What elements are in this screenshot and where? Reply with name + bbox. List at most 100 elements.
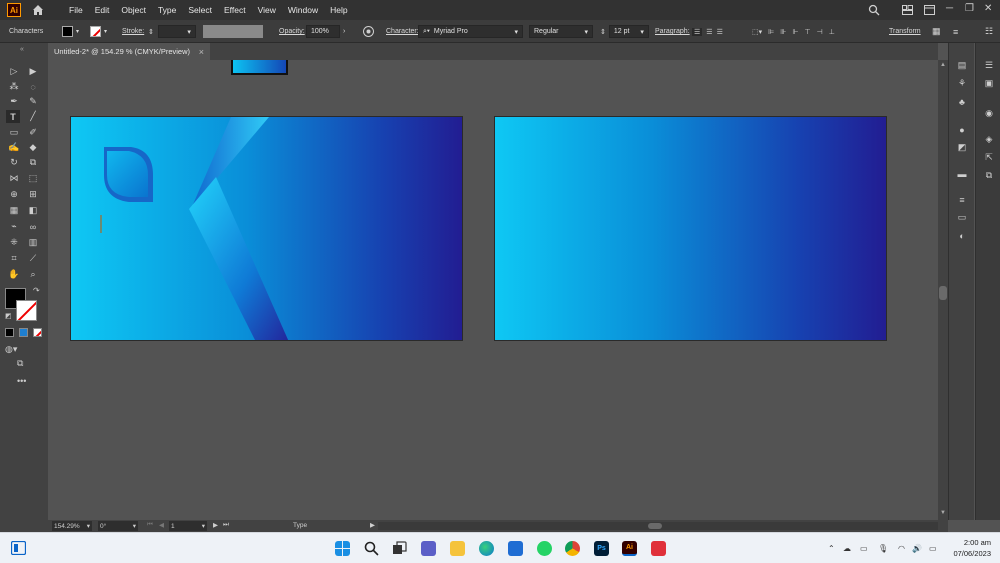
stroke-color-swatch[interactable] <box>16 300 37 321</box>
isolate-icon[interactable]: ▦ <box>932 20 941 43</box>
teams-chat-icon[interactable] <box>421 541 436 556</box>
libraries-icon[interactable]: ▤ <box>955 59 969 72</box>
paragraph-label[interactable]: Paragraph: <box>655 20 690 43</box>
menu-view[interactable]: View <box>252 5 282 15</box>
symbols-icon[interactable]: ♣ <box>955 95 969 108</box>
workspace-icon[interactable] <box>902 5 913 15</box>
vertical-scroll-thumb[interactable] <box>939 286 947 300</box>
brushes-icon[interactable]: ⚘ <box>955 77 969 90</box>
properties-panel-icon[interactable]: ☰ <box>982 59 996 72</box>
mesh-tool-icon[interactable]: ▦ <box>7 204 21 217</box>
opacity-label[interactable]: Opacity: <box>279 20 305 43</box>
color-guide-icon[interactable]: ◩ <box>955 141 969 154</box>
paintbrush-tool-icon[interactable]: ✐ <box>26 126 40 139</box>
h-align-left-icon[interactable]: ⊫ <box>768 28 774 36</box>
menu-select[interactable]: Select <box>182 5 218 15</box>
start-icon[interactable] <box>335 541 350 556</box>
layers-icon[interactable]: ◈ <box>982 133 996 146</box>
stroke-label[interactable]: Stroke: <box>122 20 144 43</box>
screen-mode-icon[interactable]: ⧉ <box>17 358 23 369</box>
comments-icon[interactable]: ▬ <box>955 167 969 180</box>
export-icon[interactable]: ⇱ <box>982 151 996 164</box>
canvas[interactable] <box>48 60 938 520</box>
character-label[interactable]: Character: <box>386 20 419 43</box>
tray-overflow-icon[interactable]: ⌃ <box>828 544 835 553</box>
opacity-field[interactable]: 100% <box>306 20 340 43</box>
artboard-tool-icon[interactable]: ⌗ <box>7 252 21 265</box>
illustrator-taskbar-icon[interactable]: Ai <box>622 541 637 556</box>
task-view-icon[interactable] <box>392 541 407 556</box>
store-icon[interactable] <box>508 541 523 556</box>
tray-mic-icon[interactable]: 🎙 <box>878 544 888 553</box>
hand-tool-icon[interactable]: ✋ <box>7 268 21 281</box>
menu-type[interactable]: Type <box>152 5 182 15</box>
vertical-scrollbar[interactable]: ▲ ▼ <box>938 60 948 520</box>
free-transform-tool-icon[interactable]: ⬚ <box>26 172 40 185</box>
edit-toolbar-icon[interactable]: ••• <box>17 376 26 386</box>
slice-tool-icon[interactable]: ⟋ <box>26 252 40 265</box>
zoom-field[interactable]: 154.29% ▾ <box>52 521 92 531</box>
color-mode-icon[interactable] <box>5 328 14 337</box>
eraser-tool-icon[interactable]: ◆ <box>26 141 40 154</box>
horizontal-scrollbar[interactable] <box>378 522 938 530</box>
color-icon[interactable]: ● <box>955 123 969 136</box>
minimize-icon[interactable]: ─ <box>946 3 953 14</box>
file-explorer-icon[interactable] <box>450 541 465 556</box>
font-size-field[interactable]: ⇕ 12 pt ▾ <box>600 20 649 43</box>
eyedropper-tool-icon[interactable]: ⌁ <box>7 220 21 233</box>
pen-tool-icon[interactable]: ✒ <box>7 95 21 108</box>
v-align-center-icon[interactable]: ⊣ <box>817 28 823 36</box>
align-right-icon[interactable]: ☰ <box>717 28 723 36</box>
gradient-panel-icon[interactable]: ▭ <box>955 211 969 224</box>
document-tab[interactable]: Untitled-2* @ 154.29 % (CMYK/Preview) × <box>48 43 210 60</box>
close-tab-icon[interactable]: × <box>199 47 204 57</box>
prev-artboard-icon[interactable]: ◀ <box>159 521 164 529</box>
tray-meet-icon[interactable]: ▭ <box>860 544 868 553</box>
taskbar-search-icon[interactable] <box>364 541 379 556</box>
stroke-weight-field[interactable]: ⇕ ▾ <box>148 20 196 43</box>
widgets-icon[interactable] <box>11 541 26 555</box>
transparency-icon[interactable]: ◐ <box>955 229 969 242</box>
restore-icon[interactable]: ❐ <box>965 3 974 14</box>
photoshop-icon[interactable]: Ps <box>594 541 609 556</box>
last-artboard-icon[interactable]: ⏭ <box>223 521 229 529</box>
blend-tool-icon[interactable]: ∞ <box>26 220 40 233</box>
close-window-icon[interactable]: ✕ <box>984 3 992 14</box>
artboards-panel-icon[interactable]: ⧉ <box>982 169 996 182</box>
curvature-tool-icon[interactable]: ✎ <box>26 95 40 108</box>
wifi-icon[interactable]: ◠ <box>898 544 905 553</box>
selection-tool-icon[interactable]: ▷ <box>7 65 21 78</box>
align-center-icon[interactable]: ☰ <box>706 28 712 36</box>
recorder-icon[interactable] <box>651 541 666 556</box>
scroll-down-icon[interactable]: ▼ <box>940 510 946 516</box>
column-graph-tool-icon[interactable]: ▥ <box>26 236 40 249</box>
rectangle-tool-icon[interactable]: ▭ <box>7 126 21 139</box>
rotate-tool-icon[interactable]: ↻ <box>7 156 21 169</box>
transform-label[interactable]: Transform <box>889 20 921 43</box>
menu-object[interactable]: Object <box>115 5 152 15</box>
battery-icon[interactable]: ▭ <box>929 544 937 553</box>
next-artboard-icon[interactable]: ▶ <box>213 521 218 529</box>
arrange-documents-icon[interactable] <box>924 5 935 15</box>
type-tool-icon[interactable]: T <box>6 110 20 123</box>
symbol-sprayer-tool-icon[interactable]: ⁜ <box>7 236 21 249</box>
shape-builder-tool-icon[interactable]: ⊕ <box>7 188 21 201</box>
font-family-field[interactable]: ⌕▾ Myriad Pro ▾ <box>418 20 523 43</box>
status-menu-icon[interactable]: ▶ <box>370 521 375 529</box>
clock[interactable]: 2:00 am 07/06/2023 <box>953 537 991 559</box>
properties-icon[interactable]: ☷ <box>985 20 993 43</box>
variable-width-field[interactable] <box>203 20 263 43</box>
libraries-panel-icon[interactable]: ▣ <box>982 77 996 90</box>
v-align-top-icon[interactable]: ⊤ <box>804 28 810 36</box>
h-align-right-icon[interactable]: ⊩ <box>792 28 798 36</box>
menu-edit[interactable]: Edit <box>89 5 116 15</box>
line-tool-icon[interactable]: ╱ <box>26 110 40 123</box>
horizontal-scroll-thumb[interactable] <box>648 523 662 529</box>
appearance-icon[interactable]: ◉ <box>982 107 996 120</box>
search-icon[interactable] <box>868 4 880 16</box>
default-colors-icon[interactable]: ◩ <box>5 312 12 320</box>
width-tool-icon[interactable]: ⋈ <box>7 172 21 185</box>
volume-icon[interactable]: 🔊 <box>912 544 922 553</box>
gradient-tool-icon[interactable]: ◧ <box>26 204 40 217</box>
align-to-icon[interactable]: ⬚▾ <box>752 28 762 36</box>
